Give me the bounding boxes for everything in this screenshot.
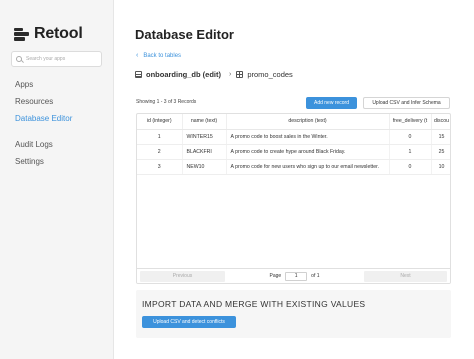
chevron-left-icon: ‹ [136, 52, 139, 59]
table-row[interactable]: 2 BLACKFRI A promo code to create hype a… [137, 144, 450, 160]
column-header[interactable]: discou [431, 114, 450, 130]
page-title: Database Editor [135, 27, 234, 42]
cell-name[interactable]: NEW10 [182, 159, 227, 175]
cell-description[interactable]: A promo code to create hype around Black… [226, 144, 390, 160]
cell-free-delivery[interactable]: 0 [389, 159, 432, 175]
previous-page-button[interactable]: Previous [140, 270, 225, 282]
sidebar-item-settings[interactable]: Settings [15, 157, 44, 166]
pagination-bar: Previous Page 1 of 1 Next [137, 268, 450, 283]
table-icon [236, 71, 244, 78]
back-to-tables-link[interactable]: ‹ Back to tables [136, 52, 181, 59]
cell-id[interactable]: 1 [137, 129, 183, 145]
records-table: id (integer) name (text) description (te… [136, 113, 451, 284]
table-header-row: id (integer) name (text) description (te… [137, 114, 450, 130]
add-record-button[interactable]: Add new record [306, 97, 357, 109]
page-indicator: Page 1 of 1 [225, 271, 364, 281]
database-icon [135, 71, 142, 78]
sidebar-item-resources[interactable]: Resources [15, 97, 53, 106]
back-link-label: Back to tables [143, 52, 182, 59]
page-number-input[interactable]: 1 [285, 271, 308, 281]
next-page-button[interactable]: Next [364, 270, 447, 282]
app-name: Retool [34, 25, 83, 42]
table-row[interactable]: 1 WINTER15 A promo code to boost sales i… [137, 129, 450, 145]
retool-logo[interactable]: Retool [14, 25, 83, 43]
cell-free-delivery[interactable]: 0 [389, 129, 432, 145]
records-count: Showing 1 - 3 of 3 Records [136, 99, 197, 105]
retool-logo-icon [14, 27, 29, 41]
sidebar-item-apps[interactable]: Apps [15, 80, 33, 89]
import-panel: IMPORT DATA AND MERGE WITH EXISTING VALU… [136, 290, 451, 338]
cell-discount[interactable]: 25 [431, 144, 450, 160]
upload-csv-detect-conflicts-button[interactable]: Upload CSV and detect conflicts [142, 316, 236, 328]
search-icon [16, 56, 22, 62]
breadcrumb-table[interactable]: promo_codes [247, 70, 292, 79]
cell-discount[interactable]: 15 [431, 129, 450, 145]
sidebar-item-audit-logs[interactable]: Audit Logs [15, 140, 53, 149]
cell-id[interactable]: 3 [137, 159, 183, 175]
table-row[interactable]: 3 NEW10 A promo code for new users who s… [137, 159, 450, 175]
chevron-right-icon: › [229, 71, 232, 78]
search-input[interactable] [26, 56, 96, 62]
upload-csv-infer-schema-button[interactable]: Upload CSV and Infer Schema [363, 97, 450, 109]
cell-id[interactable]: 2 [137, 144, 183, 160]
cell-name[interactable]: WINTER15 [182, 129, 227, 145]
sidebar-item-database-editor[interactable]: Database Editor [15, 114, 72, 123]
column-header[interactable]: name (text) [182, 114, 227, 130]
column-header[interactable]: free_delivery (t [389, 114, 432, 130]
column-header[interactable]: id (integer) [137, 114, 183, 130]
page-total: of 1 [311, 273, 320, 279]
main-content: Database Editor ‹ Back to tables onboard… [114, 0, 474, 359]
search-box[interactable] [11, 51, 102, 67]
cell-discount[interactable]: 10 [431, 159, 450, 175]
cell-free-delivery[interactable]: 1 [389, 144, 432, 160]
breadcrumb: onboarding_db (edit) › promo_codes [135, 70, 293, 79]
sidebar: Retool Apps Resources Database Editor Au… [0, 0, 114, 359]
page-label: Page [269, 273, 282, 279]
cell-description[interactable]: A promo code for new users who sign up t… [226, 159, 390, 175]
column-header[interactable]: description (text) [226, 114, 390, 130]
cell-name[interactable]: BLACKFRI [182, 144, 227, 160]
import-title: IMPORT DATA AND MERGE WITH EXISTING VALU… [142, 299, 366, 309]
breadcrumb-database[interactable]: onboarding_db (edit) [146, 70, 221, 79]
cell-description[interactable]: A promo code to boost sales in the Winte… [226, 129, 390, 145]
